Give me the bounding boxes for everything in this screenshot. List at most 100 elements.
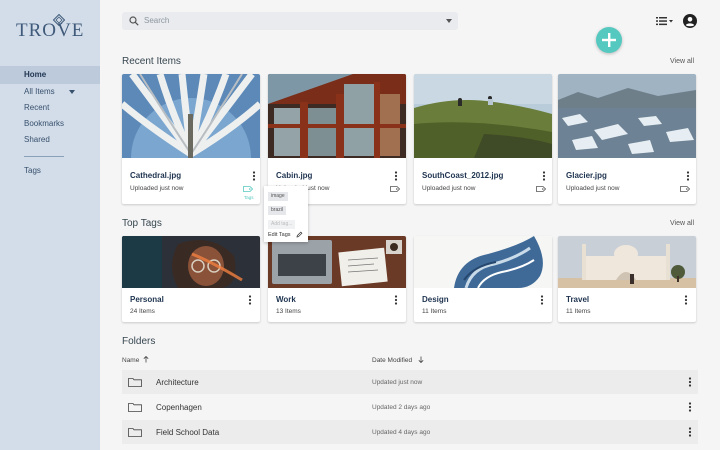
tag-name[interactable]: Personal [130, 295, 164, 304]
item-name[interactable]: Cabin.jpg [276, 171, 312, 180]
column-header-label: Date Modified [372, 357, 413, 364]
folder-icon [128, 378, 142, 387]
caret-down-icon[interactable] [69, 90, 75, 94]
item-status: Uploaded just now [566, 185, 620, 192]
sidebar-item-label: Bookmarks [24, 119, 65, 128]
column-header-name[interactable]: Name [122, 355, 149, 364]
sidebar-item-shared[interactable]: Shared [0, 132, 100, 148]
more-vertical-icon[interactable] [688, 402, 692, 412]
more-vertical-icon[interactable] [252, 171, 256, 181]
tag-icon[interactable] [390, 186, 400, 192]
tag-chip[interactable]: image [268, 192, 288, 201]
add-tag-input[interactable]: Add tag... [268, 220, 296, 229]
cabin-image[interactable] [268, 74, 406, 158]
recent-view-all-link[interactable]: View all [670, 58, 694, 65]
tag-name[interactable]: Work [276, 295, 296, 304]
tag-card[interactable]: Travel 11 Items [558, 236, 696, 322]
search-dropdown-icon[interactable] [446, 19, 452, 23]
arrow-down-icon[interactable] [418, 356, 424, 364]
folder-name[interactable]: Copenhagen [156, 403, 202, 412]
item-status: Uploaded just now [422, 185, 476, 192]
edit-tags-button[interactable]: Edit Tags [268, 232, 291, 238]
top-tags-view-all-link[interactable]: View all [670, 220, 694, 227]
more-vertical-icon[interactable] [684, 295, 688, 305]
tag-icon[interactable] [536, 186, 546, 192]
folder-icon [128, 403, 142, 412]
folder-name[interactable]: Architecture [156, 378, 199, 387]
folder-icon [128, 428, 142, 437]
recent-item-card[interactable]: Cabin.jpg Uploaded just now [268, 74, 406, 204]
tag-name[interactable]: Travel [566, 295, 589, 304]
search-bar[interactable]: Search [122, 12, 458, 30]
tag-card[interactable]: Personal 24 Items [122, 236, 260, 322]
logo-diamond-icon [53, 14, 65, 26]
list-view-icon[interactable] [656, 15, 674, 27]
sidebar-item-label: Recent [24, 103, 50, 112]
item-name[interactable]: SouthCoast_2012.jpg [422, 171, 503, 180]
tag-icon[interactable] [680, 186, 690, 192]
recent-item-card[interactable]: Glacier.jpg Uploaded just now [558, 74, 696, 204]
more-vertical-icon[interactable] [686, 171, 690, 181]
brand-logo-text: TROVE [16, 20, 85, 41]
design-tag-image[interactable] [414, 236, 552, 288]
folder-row[interactable]: Field School Data Updated 4 days ago [122, 420, 698, 444]
recent-item-card[interactable]: SouthCoast_2012.jpg Uploaded just now [414, 74, 552, 204]
tag-card[interactable]: Work 13 Items [268, 236, 406, 322]
coast-image[interactable] [414, 74, 552, 158]
sidebar-item-label: Home [24, 70, 47, 79]
pencil-icon[interactable] [296, 231, 303, 238]
work-tag-image[interactable] [268, 236, 406, 288]
top-tags-title: Top Tags [122, 218, 162, 229]
sidebar: TROVE Home All Items Recent Bookmarks Sh… [0, 0, 100, 450]
account-circle-icon[interactable] [683, 14, 697, 28]
folder-modified: Updated just now [372, 379, 423, 386]
tag-chip[interactable]: brazil [268, 206, 286, 215]
tag-popover: image brazil Add tag... Edit Tags [264, 186, 308, 242]
travel-tag-image[interactable] [558, 236, 696, 288]
tag-card[interactable]: Design 11 Items [414, 236, 552, 322]
recent-items-title: Recent Items [122, 56, 181, 67]
folder-modified: Updated 2 days ago [372, 404, 431, 411]
more-vertical-icon[interactable] [394, 295, 398, 305]
personal-tag-image[interactable] [122, 236, 260, 288]
sidebar-nav: Home All Items Recent Bookmarks Shared T… [0, 66, 100, 179]
item-name[interactable]: Glacier.jpg [566, 171, 607, 180]
sidebar-item-all-items[interactable]: All Items [0, 84, 100, 100]
sidebar-item-recent[interactable]: Recent [0, 100, 100, 116]
sidebar-divider [24, 156, 64, 157]
sidebar-item-label: All Items [24, 87, 55, 96]
folder-row[interactable]: Architecture Updated just now [122, 370, 698, 394]
sidebar-item-home[interactable]: Home [0, 66, 100, 84]
more-vertical-icon[interactable] [540, 295, 544, 305]
column-header-label: Name [122, 357, 140, 364]
search-icon [129, 16, 139, 26]
glacier-image[interactable] [558, 74, 696, 158]
more-vertical-icon[interactable] [688, 377, 692, 387]
sidebar-item-label: Shared [24, 135, 50, 144]
folders-title: Folders [122, 336, 156, 347]
arrow-up-icon[interactable] [143, 355, 149, 363]
folder-name[interactable]: Field School Data [156, 428, 219, 437]
more-vertical-icon[interactable] [248, 295, 252, 305]
sidebar-item-tags[interactable]: Tags [0, 163, 100, 179]
item-name[interactable]: Cathedral.jpg [130, 171, 181, 180]
column-header-date[interactable]: Date Modified [372, 356, 424, 364]
more-vertical-icon[interactable] [394, 171, 398, 181]
add-button[interactable] [596, 27, 622, 53]
folder-row[interactable]: Copenhagen Updated 2 days ago [122, 395, 698, 419]
brand-logo[interactable]: TROVE [16, 14, 83, 41]
search-input[interactable]: Search [144, 16, 169, 25]
tag-icon[interactable] [243, 186, 253, 192]
tag-count: 13 Items [276, 308, 301, 315]
more-vertical-icon[interactable] [542, 171, 546, 181]
tags-caption: Tags [244, 195, 254, 200]
tag-count: 11 Items [422, 308, 447, 315]
tag-count: 24 Items [130, 308, 155, 315]
recent-item-card[interactable]: Cathedral.jpg Uploaded just now [122, 74, 260, 204]
sidebar-item-label: Tags [24, 166, 41, 175]
tag-name[interactable]: Design [422, 295, 449, 304]
more-vertical-icon[interactable] [688, 427, 692, 437]
sidebar-item-bookmarks[interactable]: Bookmarks [0, 116, 100, 132]
item-status: Uploaded just now [130, 185, 184, 192]
cathedral-image[interactable] [122, 74, 260, 158]
